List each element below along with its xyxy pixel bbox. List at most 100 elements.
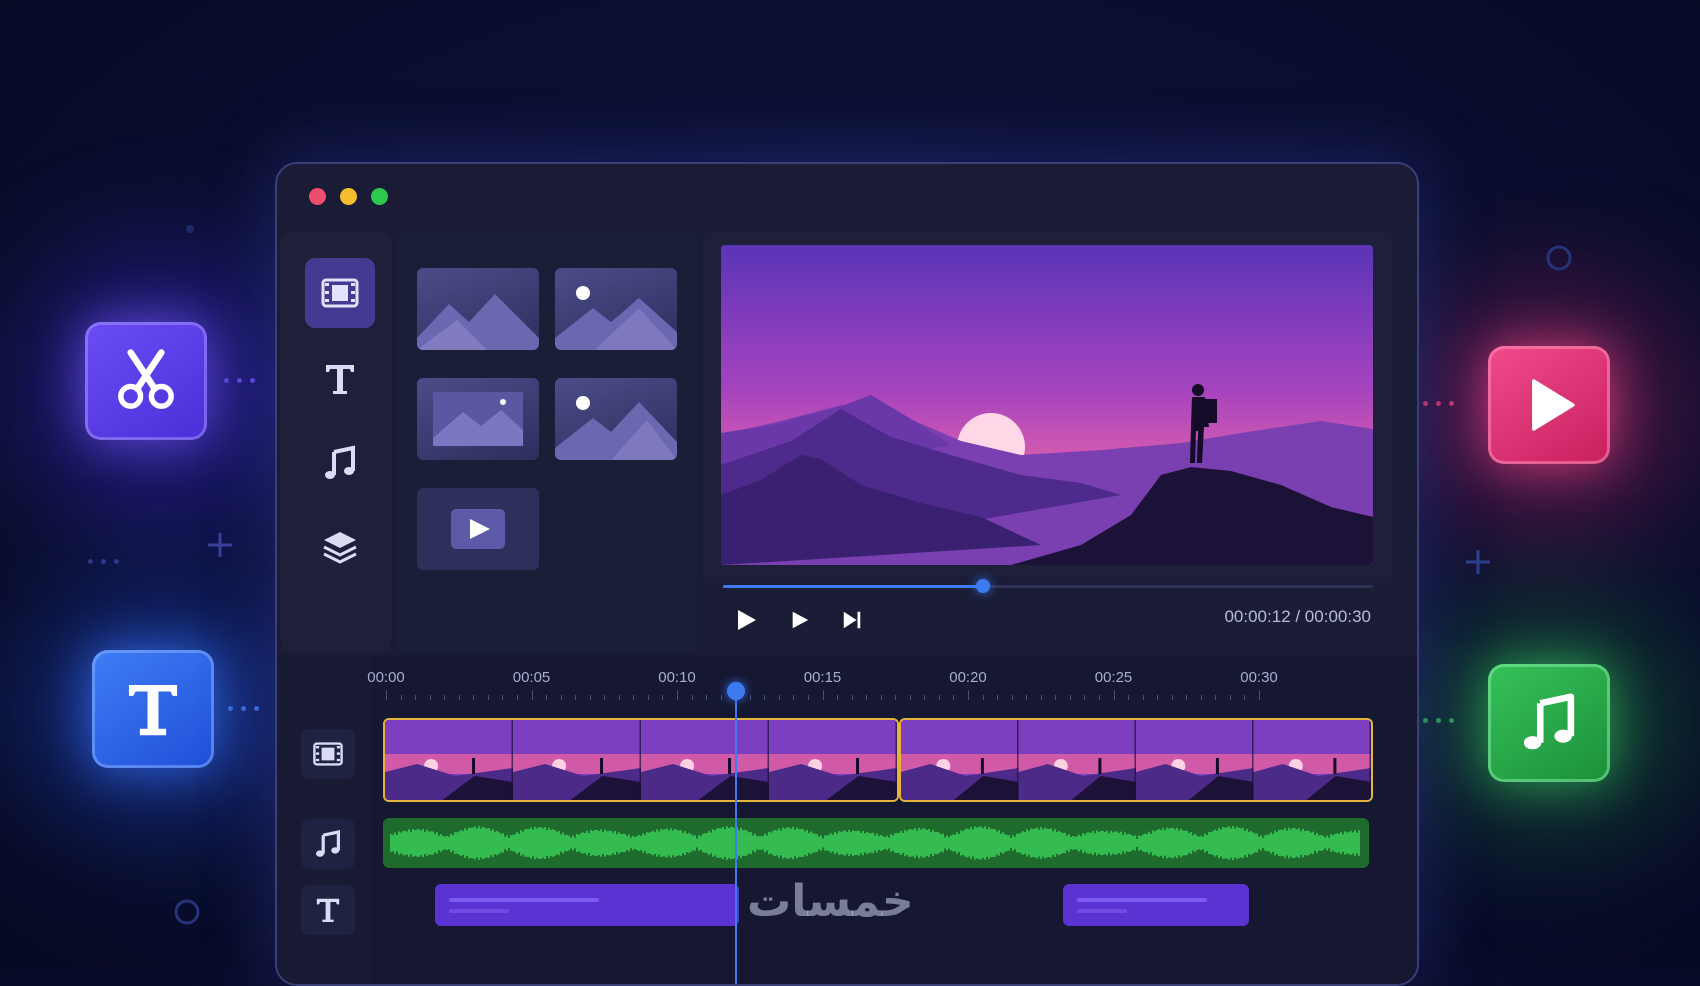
- ruler-tick: [429, 695, 431, 700]
- ruler-tick: [1259, 690, 1260, 700]
- ruler-tick: [502, 695, 504, 700]
- audio-track-header[interactable]: [301, 819, 355, 869]
- sidebar-item-media[interactable]: [305, 258, 375, 328]
- ruler-tick: [1244, 695, 1246, 700]
- text-clip[interactable]: [1063, 884, 1249, 926]
- ruler-tick: [968, 690, 969, 700]
- ruler-tick: [1026, 695, 1028, 700]
- ruler-tick-label: 00:05: [512, 669, 551, 686]
- play-icon: [738, 610, 756, 630]
- ruler-tick: [458, 695, 460, 700]
- ruler-tick: [895, 695, 897, 700]
- text-icon: [316, 898, 340, 922]
- sunset-scene-image: [721, 245, 1373, 565]
- music-note-icon: [1523, 693, 1575, 750]
- scrub-handle[interactable]: [976, 579, 990, 593]
- ruler-tick: [1011, 695, 1013, 700]
- ruler-tick: [516, 695, 518, 700]
- maximize-window-button[interactable]: [371, 187, 388, 205]
- plus-decoration: [208, 533, 232, 557]
- ruler-tick: [938, 695, 940, 700]
- audio-waveform: [390, 826, 1360, 860]
- video-track-header[interactable]: [301, 729, 355, 779]
- time-ruler[interactable]: 00:00 00:05 00:10 00:15 00:20 00:25 00:30: [367, 656, 1417, 704]
- ruler-tick: [807, 695, 809, 700]
- ruler-tick: [1200, 695, 1202, 700]
- media-thumbnail[interactable]: [417, 268, 539, 350]
- ruler-tick: [924, 695, 926, 700]
- close-window-button[interactable]: [309, 187, 326, 205]
- ruler-tick: [880, 695, 882, 700]
- video-thumbnail-icon: [451, 509, 505, 549]
- ruler-tick: [720, 695, 722, 700]
- ruler-tick: [386, 690, 387, 700]
- media-thumbnail-video[interactable]: [417, 488, 539, 570]
- sidebar-item-audio[interactable]: [305, 428, 375, 498]
- ruler-tick: [415, 695, 417, 700]
- scrub-progress: [723, 585, 983, 588]
- text-track-header[interactable]: [301, 885, 355, 935]
- play-icon: [1532, 379, 1575, 431]
- ruler-tick: [764, 695, 766, 700]
- ruler-tick: [1157, 695, 1159, 700]
- ruler-tick: [953, 695, 955, 700]
- play-button[interactable]: [731, 605, 761, 635]
- film-icon: [321, 278, 359, 308]
- image-thumbnail-icon: [433, 392, 523, 446]
- connector-dots: [224, 378, 255, 383]
- ruler-tick: [1128, 695, 1130, 700]
- ruler-tick: [822, 690, 824, 700]
- play-tool-tile[interactable]: [1488, 346, 1610, 464]
- title-bar: [277, 164, 1417, 228]
- ruler-tick: [487, 695, 489, 700]
- music-tool-tile[interactable]: [1488, 664, 1610, 782]
- skip-to-end-button[interactable]: [837, 605, 867, 635]
- video-editor-window: 00:00:12 / 00:00:30 00:00 00:05 00:10 00…: [275, 162, 1419, 986]
- connector-dots: [1423, 401, 1454, 406]
- playhead[interactable]: [727, 682, 746, 984]
- media-thumbnail[interactable]: [555, 268, 677, 350]
- ruler-tick: [837, 695, 839, 700]
- text-tool-tile[interactable]: [92, 650, 214, 768]
- circle-decoration: [174, 899, 200, 925]
- video-clip[interactable]: [899, 718, 1373, 802]
- ruler-tick: [851, 695, 853, 700]
- media-thumbnail[interactable]: [417, 378, 539, 460]
- ruler-tick-label: 00:10: [658, 669, 696, 686]
- playback-controls: 00:00:12 / 00:00:30: [703, 577, 1393, 652]
- ruler-tick-label: 00:15: [803, 669, 842, 686]
- music-note-icon: [316, 830, 340, 857]
- ruler-tick: [997, 695, 999, 700]
- timeline: 00:00 00:05 00:10 00:15 00:20 00:25 00:30 خمسا…: [277, 656, 1417, 984]
- ruler-tick: [662, 695, 664, 700]
- text-icon: [128, 684, 178, 736]
- ruler-tick: [677, 690, 678, 700]
- connector-dots: [1423, 718, 1454, 723]
- ruler-tick: [778, 695, 780, 700]
- video-clip[interactable]: [383, 718, 899, 802]
- sidebar-item-layers[interactable]: [305, 512, 375, 582]
- text-clip[interactable]: [435, 884, 739, 926]
- dots-decoration: [88, 559, 119, 564]
- video-clip-frames: [385, 720, 897, 800]
- ruler-tick: [575, 695, 577, 700]
- step-forward-button[interactable]: [785, 605, 815, 635]
- ruler-tick: [589, 695, 591, 700]
- media-thumbnail[interactable]: [555, 378, 677, 460]
- image-thumbnail-icon: [555, 286, 677, 350]
- ruler-tick-label: 00:25: [1094, 669, 1133, 686]
- ruler-tick: [1055, 695, 1057, 700]
- track-headers: [277, 656, 372, 984]
- ruler-tick: [793, 695, 795, 700]
- minimize-window-button[interactable]: [340, 187, 357, 205]
- audio-clip[interactable]: [383, 818, 1369, 868]
- cut-tool-tile[interactable]: [85, 322, 207, 440]
- sidebar-item-text[interactable]: [305, 344, 375, 414]
- ruler-tick-label: 00:20: [949, 669, 987, 686]
- video-preview[interactable]: [721, 245, 1373, 565]
- ruler-tick: [400, 695, 402, 700]
- ruler-tick: [866, 695, 868, 700]
- ruler-tick: [633, 695, 635, 700]
- ruler-tick: [604, 695, 606, 700]
- plus-decoration: [1466, 550, 1490, 574]
